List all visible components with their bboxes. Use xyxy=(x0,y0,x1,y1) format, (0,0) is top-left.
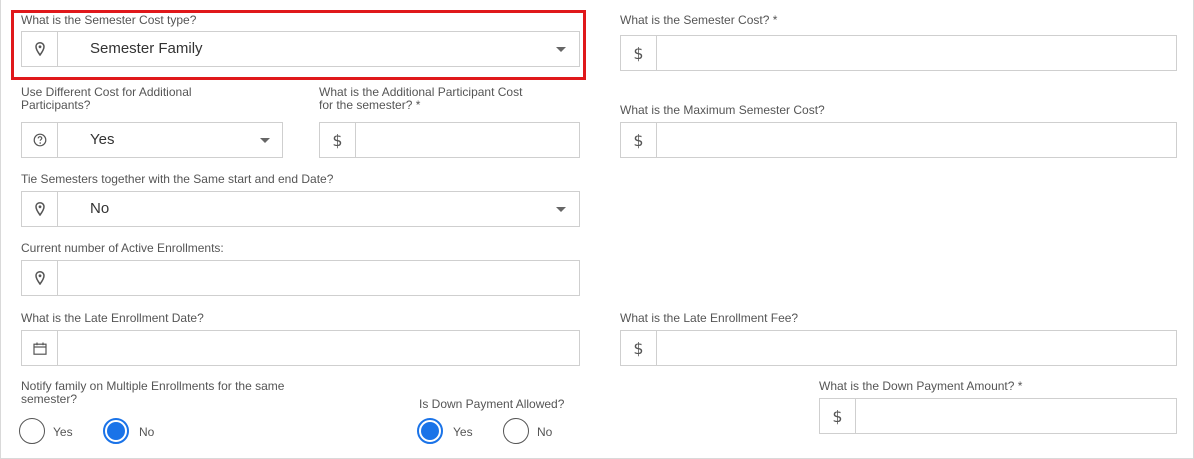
map-marker-icon xyxy=(22,261,58,295)
semester-cost-input[interactable]: $ xyxy=(620,35,1177,71)
calendar-icon xyxy=(22,331,58,365)
late-fee-label: What is the Late Enrollment Fee? xyxy=(620,311,799,325)
question-circle-icon xyxy=(22,123,58,157)
down-payment-yes-label: Yes xyxy=(453,425,473,439)
tie-semesters-value: No xyxy=(90,200,110,217)
notify-no-radio[interactable] xyxy=(103,418,129,444)
additional-cost-label: What is the Additional Participant Cost f… xyxy=(319,85,523,112)
active-enrollments-label: Current number of Active Enrollments: xyxy=(21,241,224,255)
additional-cost-input[interactable]: $ xyxy=(319,122,580,158)
down-payment-amount-label: What is the Down Payment Amount? * xyxy=(819,379,1023,393)
dollar-icon: $ xyxy=(320,123,356,157)
map-marker-icon xyxy=(22,192,58,226)
chevron-down-icon[interactable] xyxy=(543,32,579,66)
late-date-label: What is the Late Enrollment Date? xyxy=(21,311,204,325)
tie-semesters-label: Tie Semesters together with the Same sta… xyxy=(21,172,334,186)
dollar-icon: $ xyxy=(820,399,856,433)
notify-yes-label: Yes xyxy=(53,425,73,439)
active-enrollments-input[interactable] xyxy=(21,260,580,296)
semester-cost-label: What is the Semester Cost? * xyxy=(620,13,778,27)
dollar-icon: $ xyxy=(621,123,657,157)
down-payment-allowed-label: Is Down Payment Allowed? xyxy=(419,397,565,411)
max-cost-label: What is the Maximum Semester Cost? xyxy=(620,103,825,117)
form-panel: What is the Semester Cost type? Semester… xyxy=(0,0,1194,459)
dollar-icon: $ xyxy=(621,331,657,365)
map-marker-icon xyxy=(22,32,58,66)
notify-no-label: No xyxy=(139,425,155,439)
notify-family-label: Notify family on Multiple Enrollments fo… xyxy=(21,379,285,406)
down-payment-no-label: No xyxy=(537,425,553,439)
late-fee-input[interactable]: $ xyxy=(620,330,1177,366)
different-cost-select[interactable]: Yes xyxy=(21,122,283,158)
cost-type-value: Semester Family xyxy=(90,40,203,57)
down-payment-yes-radio[interactable] xyxy=(417,418,443,444)
tie-semesters-select[interactable]: No xyxy=(21,191,580,227)
max-cost-input[interactable]: $ xyxy=(620,122,1177,158)
down-payment-no-radio[interactable] xyxy=(503,418,529,444)
late-date-input[interactable] xyxy=(21,330,580,366)
different-cost-value: Yes xyxy=(90,131,115,148)
down-payment-amount-input[interactable]: $ xyxy=(819,398,1177,434)
different-cost-label: Use Different Cost for Additional Partici… xyxy=(21,85,192,112)
notify-yes-radio[interactable] xyxy=(19,418,45,444)
chevron-down-icon[interactable] xyxy=(247,123,283,157)
cost-type-label: What is the Semester Cost type? xyxy=(21,13,197,27)
dollar-icon: $ xyxy=(621,36,657,70)
chevron-down-icon[interactable] xyxy=(543,192,579,226)
cost-type-select[interactable]: Semester Family xyxy=(21,31,580,67)
